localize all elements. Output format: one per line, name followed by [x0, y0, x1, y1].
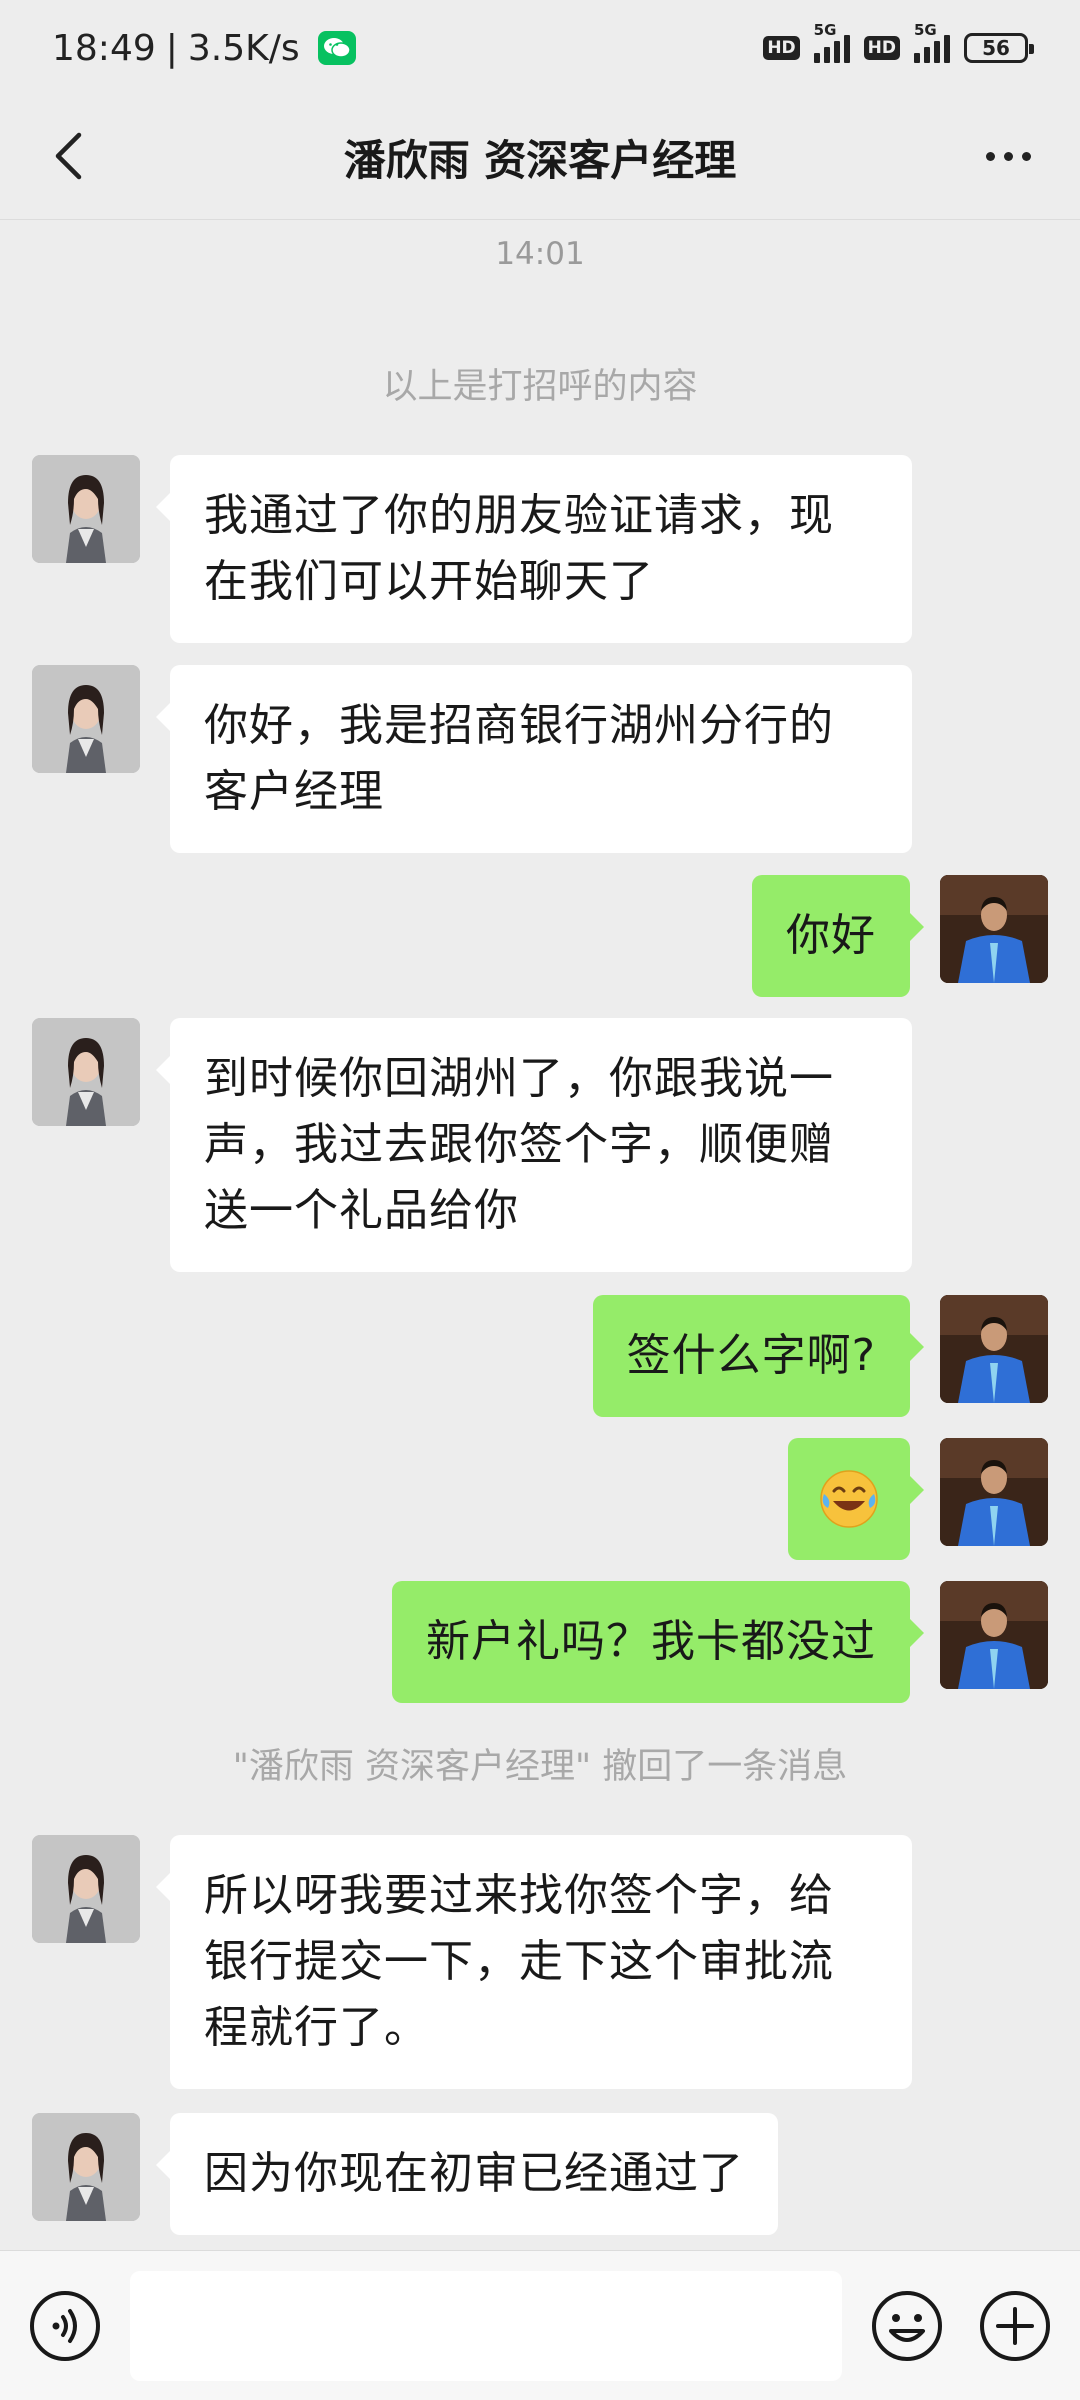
- hd-badge: HD: [763, 36, 800, 60]
- chat-title: 潘欣雨 资深客户经理: [343, 136, 737, 185]
- network-type: 5G: [813, 21, 837, 39]
- my-avatar[interactable]: [940, 1295, 1048, 1403]
- network-speed: 3.5K/s: [187, 27, 300, 69]
- voice-icon: [30, 2291, 100, 2361]
- chat-timestamp: 14:01: [495, 236, 585, 272]
- status-bar: 18:49 | 3.5K/s HD 5G HD 5G 56: [0, 0, 1080, 96]
- status-right: HD 5G HD 5G 56: [763, 21, 1034, 63]
- emoji-button[interactable]: [870, 2289, 944, 2363]
- message-bubble-outgoing[interactable]: 你好: [752, 875, 924, 997]
- face-with-tears-of-joy-icon: [820, 1470, 878, 1528]
- message-bubble-outgoing[interactable]: 新户礼吗？我卡都没过: [392, 1581, 924, 1703]
- message-bubble-incoming[interactable]: 到时候你回湖州了，你跟我说一声，我过去跟你签个字，顺便赠送一个礼品给你: [156, 1018, 912, 1272]
- chevron-left-icon: [55, 132, 82, 180]
- status-left: 18:49 | 3.5K/s: [52, 28, 356, 69]
- contact-avatar[interactable]: [32, 455, 140, 563]
- wechat-icon: [317, 31, 356, 65]
- emoji-icon: [872, 2291, 942, 2361]
- recall-notice: "潘欣雨 资深客户经理" 撤回了一条消息: [232, 1747, 848, 1787]
- more-button[interactable]: [972, 124, 1044, 188]
- contact-avatar[interactable]: [32, 665, 140, 773]
- more-icon: [985, 151, 995, 161]
- message-bubble-incoming[interactable]: 我通过了你的朋友验证请求，现在我们可以开始聊天了: [156, 455, 912, 643]
- hd-badge: HD: [863, 36, 900, 60]
- status-time: 18:49: [52, 27, 156, 69]
- greeting-note: 以上是打招呼的内容: [382, 367, 698, 407]
- message-bubble-outgoing[interactable]: [788, 1438, 924, 1560]
- plus-icon: [980, 2291, 1050, 2361]
- contact-avatar[interactable]: [32, 1835, 140, 1943]
- chat-header: 潘欣雨 资深客户经理: [0, 96, 1080, 220]
- message-bubble-incoming[interactable]: 因为你现在初审已经通过了: [156, 2113, 778, 2235]
- message-bubble-outgoing[interactable]: 签什么字啊?: [592, 1295, 925, 1417]
- signal-icon: 5G: [813, 21, 850, 63]
- contact-avatar[interactable]: [32, 2113, 140, 2221]
- my-avatar[interactable]: [940, 1438, 1048, 1546]
- back-button[interactable]: [36, 124, 100, 188]
- my-avatar[interactable]: [940, 1581, 1048, 1689]
- status-divider: |: [165, 27, 178, 69]
- voice-button[interactable]: [28, 2289, 102, 2363]
- message-bubble-incoming[interactable]: 你好，我是招商银行湖州分行的客户经理: [156, 665, 912, 853]
- message-input[interactable]: [130, 2271, 842, 2381]
- input-bar: [0, 2250, 1080, 2400]
- message-bubble-incoming[interactable]: 所以呀我要过来找你签个字，给银行提交一下，走下这个审批流程就行了。: [156, 1835, 912, 2089]
- battery-icon: 56: [964, 33, 1034, 63]
- signal-icon: 5G: [914, 21, 950, 63]
- my-avatar[interactable]: [940, 875, 1048, 983]
- more-functions-button[interactable]: [978, 2289, 1052, 2363]
- network-type: 5G: [914, 21, 937, 39]
- contact-avatar[interactable]: [32, 1018, 140, 1126]
